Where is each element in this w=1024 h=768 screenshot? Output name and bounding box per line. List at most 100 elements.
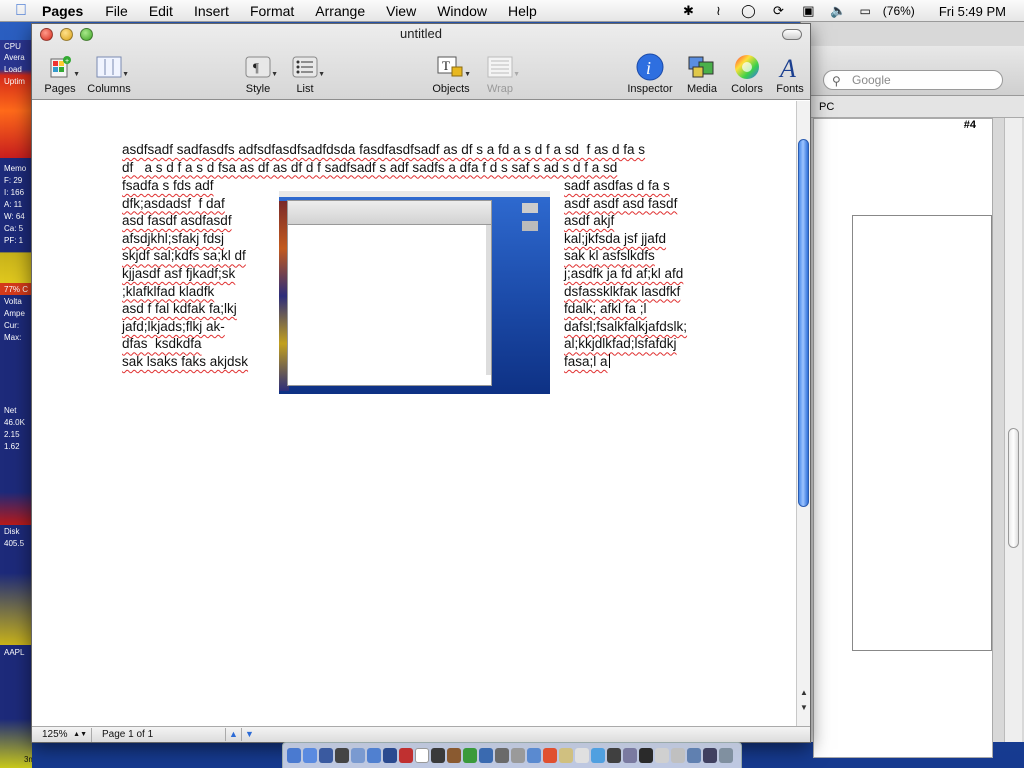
trash-dock-icon[interactable]: [719, 748, 733, 763]
monitor-label: 405.5: [4, 539, 25, 548]
background-scrollbar[interactable]: [1004, 118, 1022, 742]
objects-button[interactable]: T ▼ Objects: [428, 54, 474, 95]
app-dock-icon[interactable]: [431, 748, 445, 763]
svg-text:+: +: [65, 58, 69, 65]
menu-help[interactable]: Help: [508, 3, 537, 19]
embedded-scrollbar: [486, 225, 491, 375]
fonts-button[interactable]: A Fonts: [772, 54, 808, 95]
text-line: kal;jkfsda jsf jjafd: [564, 230, 667, 246]
app-dock-icon[interactable]: [527, 748, 541, 763]
style-button[interactable]: ¶ ▼ Style: [240, 54, 278, 95]
app-dock-icon[interactable]: [383, 748, 397, 763]
mail-dock-icon[interactable]: [319, 748, 333, 763]
google-search-field[interactable]: ⚲ Google: [823, 70, 1003, 90]
volume-icon[interactable]: 🔈: [829, 3, 847, 19]
embedded-menubar: [279, 191, 550, 197]
scroll-down-arrow[interactable]: ▼: [797, 701, 811, 714]
text-line: al;kkjdlkfad;lsfafdkj: [564, 336, 677, 352]
app-dock-icon[interactable]: [399, 748, 413, 763]
monitor-label: 2.15: [4, 430, 20, 439]
pages-icon: + ▼: [44, 54, 80, 80]
vertical-scroll-thumb[interactable]: [798, 139, 809, 507]
scroll-up-arrow[interactable]: ▲: [797, 686, 811, 699]
body-text-right-wrap[interactable]: sadf asdfas d fa s asdf asdf asd fasdf asd…: [564, 177, 714, 371]
monitor-label: Disk: [4, 527, 20, 536]
media-button[interactable]: Media: [684, 54, 720, 95]
svg-text:T: T: [442, 58, 450, 73]
app-dock-icon[interactable]: [559, 748, 573, 763]
app-dock-icon[interactable]: [639, 748, 653, 763]
system-monitor: CPU Avera Load Uptim Memo F: 29 I: 166 A…: [0, 40, 32, 768]
zoom-popup[interactable]: 125% ▲▼: [34, 728, 92, 742]
itunes-dock-icon[interactable]: [367, 748, 381, 763]
menu-edit[interactable]: Edit: [149, 3, 173, 19]
paragraph-style-icon: ¶ ▼: [242, 54, 278, 80]
body-text-left-wrap[interactable]: fsadfa s fds adf dfk;asdadsf f daf asd fas…: [122, 177, 277, 371]
list-button[interactable]: ▼ List: [287, 54, 325, 95]
toolbar-toggle-button[interactable]: [782, 29, 802, 40]
pages-button[interactable]: + ▼ Pages: [42, 54, 80, 95]
ical-dock-icon[interactable]: [543, 748, 557, 763]
dashboard-dock-icon[interactable]: [303, 748, 317, 763]
menu-view[interactable]: View: [386, 3, 416, 19]
clock[interactable]: Fri 5:49 PM: [939, 4, 1006, 19]
body-text-top[interactable]: asdfsadf sadfasdfs adfsdfasdfsadfdsda fa…: [122, 141, 722, 176]
window-titlebar[interactable]: untitled + ▼ Pages ▼ Columns ¶ ▼ Style ▼…: [32, 24, 810, 100]
bookmark-item[interactable]: PC: [819, 101, 834, 113]
columns-button[interactable]: ▼ Columns: [84, 54, 134, 95]
display-icon[interactable]: ▣: [799, 3, 817, 19]
app-dock-icon[interactable]: [655, 748, 669, 763]
x11-dock-icon[interactable]: [415, 748, 429, 763]
text-line: asd fasdf asdfasdf: [122, 213, 232, 229]
app-dock-icon[interactable]: [607, 748, 621, 763]
menu-app-pages[interactable]: Pages: [42, 3, 83, 19]
colors-button[interactable]: Colors: [729, 54, 765, 95]
battery-icon: ▭: [859, 4, 871, 18]
app-dock-icon[interactable]: [447, 748, 461, 763]
bubble-icon[interactable]: ◯: [739, 3, 757, 19]
document-canvas[interactable]: asdfsadf sadfasdfs adfsdfasdfsadfdsda fa…: [32, 101, 796, 726]
background-scroll-thumb[interactable]: [1008, 428, 1019, 548]
apple-menu-icon[interactable]: : [10, 2, 32, 20]
app-dock-icon[interactable]: [575, 748, 589, 763]
app-dock-icon[interactable]: [479, 748, 493, 763]
menu-arrange[interactable]: Arrange: [315, 3, 365, 19]
menu-insert[interactable]: Insert: [194, 3, 229, 19]
text-line: dafsl;fsalkfalkjafdslk;: [564, 318, 688, 334]
menu-format[interactable]: Format: [250, 3, 294, 19]
background-page: #4: [813, 118, 993, 758]
menu-window[interactable]: Window: [437, 3, 487, 19]
text-line: j;asdfk ja fd af;kl afd: [564, 265, 684, 281]
next-page-button[interactable]: ▼: [241, 728, 257, 741]
inspector-label: Inspector: [627, 83, 673, 95]
wifi-icon[interactable]: ≀: [709, 3, 727, 19]
app-dock-icon[interactable]: [703, 748, 717, 763]
app-dock-icon[interactable]: [495, 748, 509, 763]
finder-dock-icon[interactable]: [287, 748, 301, 763]
previous-page-button[interactable]: ▲: [225, 728, 241, 741]
fonts-label: Fonts: [776, 83, 804, 95]
vertical-scrollbar[interactable]: ▲ ▼: [796, 101, 810, 726]
bluetooth-icon[interactable]: ✱: [679, 3, 697, 19]
background-window[interactable]: ⚲ Google PC #4: [800, 22, 1024, 758]
app-dock-icon[interactable]: [687, 748, 701, 763]
safari-dock-icon[interactable]: [351, 748, 365, 763]
inspector-button[interactable]: i Inspector: [624, 53, 676, 95]
app-dock-icon[interactable]: [463, 748, 477, 763]
sync-icon[interactable]: ⟳: [769, 3, 787, 19]
terminal-dock-icon[interactable]: [335, 748, 349, 763]
page-number-label: #4: [963, 119, 976, 131]
menu-file[interactable]: File: [105, 3, 128, 19]
battery-status[interactable]: ▭ (76%): [859, 4, 926, 18]
embedded-screenshot-image[interactable]: [279, 191, 550, 394]
app-dock-icon[interactable]: [591, 748, 605, 763]
app-dock-icon[interactable]: [671, 748, 685, 763]
svg-text:¶: ¶: [253, 60, 259, 75]
text-cursor: [608, 353, 610, 368]
monitor-label: Memo: [4, 164, 27, 173]
wrap-button[interactable]: ▼ Wrap: [482, 54, 520, 95]
app-dock-icon[interactable]: [511, 748, 525, 763]
text-line: skjdf sal;kdfs sa;kl df: [122, 248, 246, 264]
text-line: dsfassklkfak lasdfkf: [564, 283, 681, 299]
app-dock-icon[interactable]: [623, 748, 637, 763]
